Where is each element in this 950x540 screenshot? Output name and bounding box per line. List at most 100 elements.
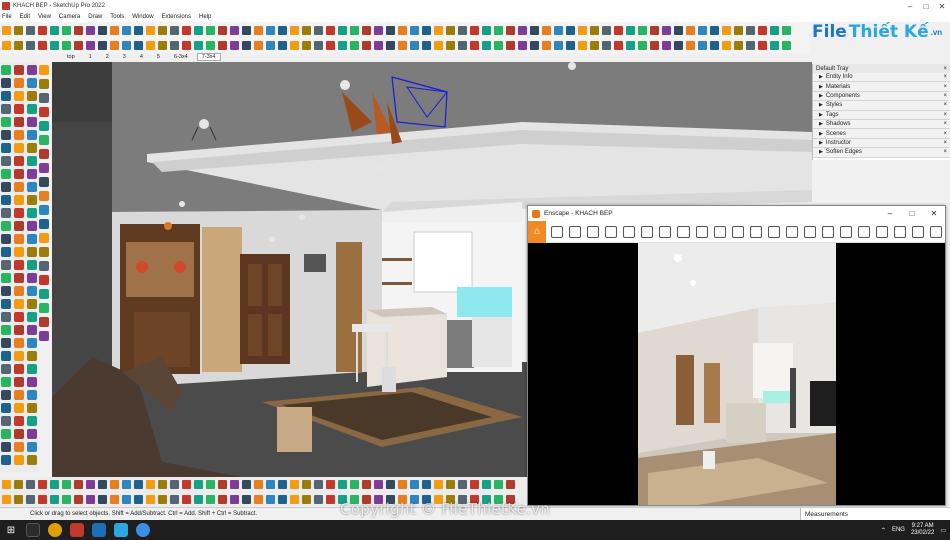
tool-button-icon[interactable] (1, 403, 11, 413)
tool-button-icon[interactable] (302, 25, 311, 35)
tool-button-icon[interactable] (482, 40, 491, 50)
tool-button-icon[interactable] (27, 325, 37, 335)
tool-button-icon[interactable] (1, 117, 11, 127)
tool-button-icon[interactable] (446, 480, 455, 489)
tool-button-icon[interactable] (434, 40, 443, 50)
tool-button-icon[interactable] (698, 25, 707, 35)
tool-button-icon[interactable] (27, 156, 37, 166)
tool-button-icon[interactable] (254, 480, 263, 489)
tool-button-icon[interactable] (374, 25, 383, 35)
tool-button-icon[interactable] (27, 455, 37, 465)
tool-button-icon[interactable] (38, 40, 47, 50)
tool-button-icon[interactable] (206, 480, 215, 489)
tool-button-icon[interactable] (470, 25, 479, 35)
enscape-tool-icon[interactable] (749, 225, 762, 238)
enscape-tool-icon[interactable] (713, 225, 726, 238)
tool-button-icon[interactable] (14, 495, 23, 504)
tool-button-icon[interactable] (14, 169, 24, 179)
tool-button-icon[interactable] (27, 377, 37, 387)
tool-button-icon[interactable] (14, 455, 24, 465)
tool-button-icon[interactable] (98, 25, 107, 35)
tool-button-icon[interactable] (578, 25, 587, 35)
tool-button-icon[interactable] (39, 149, 49, 159)
tool-button-icon[interactable] (314, 40, 323, 50)
tool-button-icon[interactable] (27, 221, 37, 231)
tool-button-icon[interactable] (39, 317, 49, 327)
tool-button-icon[interactable] (39, 233, 49, 243)
enscape-minimize-icon[interactable]: – (879, 206, 901, 221)
tool-button-icon[interactable] (662, 40, 671, 50)
enscape-tool-icon[interactable] (821, 225, 834, 238)
tool-button-icon[interactable] (39, 331, 49, 341)
tool-button-icon[interactable] (314, 480, 323, 489)
tool-button-icon[interactable] (27, 208, 37, 218)
tool-button-icon[interactable] (494, 25, 503, 35)
enscape-tool-icon[interactable] (893, 225, 906, 238)
scene-tab[interactable]: 6-3x4 (169, 53, 193, 61)
tool-button-icon[interactable] (314, 495, 323, 504)
tool-button-icon[interactable] (326, 25, 335, 35)
tool-button-icon[interactable] (554, 40, 563, 50)
tool-button-icon[interactable] (122, 40, 131, 50)
tool-button-icon[interactable] (290, 495, 299, 504)
tray-item-materials[interactable]: ▶ Materials × (813, 82, 950, 92)
tool-button-icon[interactable] (506, 25, 515, 35)
tool-button-icon[interactable] (386, 480, 395, 489)
tool-button-icon[interactable] (39, 121, 49, 131)
tool-button-icon[interactable] (446, 40, 455, 50)
tool-button-icon[interactable] (27, 312, 37, 322)
tool-button-icon[interactable] (374, 40, 383, 50)
tool-button-icon[interactable] (14, 273, 24, 283)
menu-tools[interactable]: Tools (110, 14, 124, 20)
tool-button-icon[interactable] (1, 455, 11, 465)
tool-button-icon[interactable] (734, 25, 743, 35)
tool-button-icon[interactable] (14, 65, 24, 75)
notification-icon[interactable]: ▭ (940, 527, 946, 534)
tool-button-icon[interactable] (110, 495, 119, 504)
tool-button-icon[interactable] (86, 40, 95, 50)
tool-button-icon[interactable] (410, 40, 419, 50)
tool-button-icon[interactable] (27, 416, 37, 426)
tool-button-icon[interactable] (14, 130, 24, 140)
tool-button-icon[interactable] (266, 495, 275, 504)
scene-tab[interactable]: top (62, 53, 80, 61)
tool-button-icon[interactable] (338, 40, 347, 50)
tool-button-icon[interactable] (458, 40, 467, 50)
enscape-tool-icon[interactable] (641, 225, 654, 238)
tray-item-scenes[interactable]: ▶ Scenes × (813, 129, 950, 139)
close-icon[interactable]: ✕ (934, 0, 950, 12)
tool-button-icon[interactable] (74, 25, 83, 35)
tool-button-icon[interactable] (110, 480, 119, 489)
tool-button-icon[interactable] (14, 156, 24, 166)
tool-button-icon[interactable] (39, 247, 49, 257)
tool-button-icon[interactable] (1, 286, 11, 296)
tool-button-icon[interactable] (14, 104, 24, 114)
tool-button-icon[interactable] (338, 25, 347, 35)
tool-button-icon[interactable] (374, 480, 383, 489)
tool-button-icon[interactable] (86, 495, 95, 504)
tray-item-close-icon[interactable]: × (943, 84, 947, 90)
tool-button-icon[interactable] (266, 480, 275, 489)
windows-start-icon[interactable]: ⊞ (0, 520, 22, 540)
menu-window[interactable]: Window (132, 14, 153, 20)
menu-view[interactable]: View (38, 14, 51, 20)
tool-button-icon[interactable] (122, 495, 131, 504)
enscape-tool-icon[interactable] (875, 225, 888, 238)
tool-button-icon[interactable] (326, 480, 335, 489)
tool-button-icon[interactable] (1, 364, 11, 374)
tool-button-icon[interactable] (1, 195, 11, 205)
tool-button-icon[interactable] (1, 247, 11, 257)
tray-item-close-icon[interactable]: × (943, 131, 947, 137)
tool-button-icon[interactable] (1, 169, 11, 179)
tool-button-icon[interactable] (542, 40, 551, 50)
tool-button-icon[interactable] (74, 495, 83, 504)
tool-button-icon[interactable] (27, 65, 37, 75)
tool-button-icon[interactable] (1, 65, 11, 75)
autocad-icon[interactable] (70, 523, 84, 537)
enscape-tool-icon[interactable] (587, 225, 600, 238)
tool-button-icon[interactable] (14, 25, 23, 35)
tray-apps-icon[interactable]: ⌃ (881, 527, 886, 534)
tool-button-icon[interactable] (1, 221, 11, 231)
tool-button-icon[interactable] (39, 205, 49, 215)
tool-button-icon[interactable] (14, 480, 23, 489)
